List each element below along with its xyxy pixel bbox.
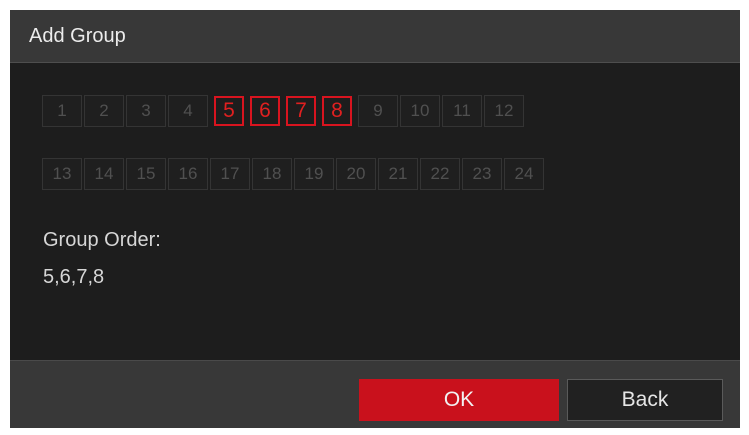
- channel-cell-22[interactable]: 22: [420, 158, 460, 190]
- channel-cell-2[interactable]: 2: [84, 95, 124, 127]
- dialog-header: Add Group: [10, 10, 740, 63]
- channel-cell-17[interactable]: 17: [210, 158, 250, 190]
- group-order-value: 5,6,7,8: [43, 266, 105, 288]
- channel-cell-5[interactable]: 5: [214, 96, 244, 126]
- dialog-footer: OK Back: [10, 360, 740, 428]
- channel-cell-3[interactable]: 3: [126, 95, 166, 127]
- channel-cell-9[interactable]: 9: [358, 95, 398, 127]
- channel-cell-24[interactable]: 24: [504, 158, 544, 190]
- channel-cell-10[interactable]: 10: [400, 95, 440, 127]
- channel-cell-21[interactable]: 21: [378, 158, 418, 190]
- channel-cell-15[interactable]: 15: [126, 158, 166, 190]
- channel-cell-19[interactable]: 19: [294, 158, 334, 190]
- channel-cell-4[interactable]: 4: [168, 95, 208, 127]
- channel-cell-16[interactable]: 16: [168, 158, 208, 190]
- add-group-dialog: Add Group 1 2 3 4 5 6 7 8 9 10 11 12 13 14 15 16 17 18 19…: [10, 10, 740, 428]
- channel-cell-11[interactable]: 11: [442, 95, 482, 127]
- channel-cell-8[interactable]: 8: [322, 96, 352, 126]
- channel-cell-6[interactable]: 6: [250, 96, 280, 126]
- channel-cell-12[interactable]: 12: [484, 95, 524, 127]
- channel-cell-13[interactable]: 13: [42, 158, 82, 190]
- channel-cell-23[interactable]: 23: [462, 158, 502, 190]
- channel-cell-20[interactable]: 20: [336, 158, 376, 190]
- channel-grid-row-1: 1 2 3 4 5 6 7 8 9 10 11 12: [42, 95, 526, 127]
- ok-button[interactable]: OK: [359, 379, 559, 421]
- channel-cell-1[interactable]: 1: [42, 95, 82, 127]
- channel-cell-7[interactable]: 7: [286, 96, 316, 126]
- group-order-label: Group Order:: [43, 229, 161, 251]
- channel-grid-row-2: 13 14 15 16 17 18 19 20 21 22 23 24: [42, 158, 546, 190]
- channel-cell-18[interactable]: 18: [252, 158, 292, 190]
- dialog-title: Add Group: [29, 25, 126, 47]
- back-button[interactable]: Back: [567, 379, 723, 421]
- channel-cell-14[interactable]: 14: [84, 158, 124, 190]
